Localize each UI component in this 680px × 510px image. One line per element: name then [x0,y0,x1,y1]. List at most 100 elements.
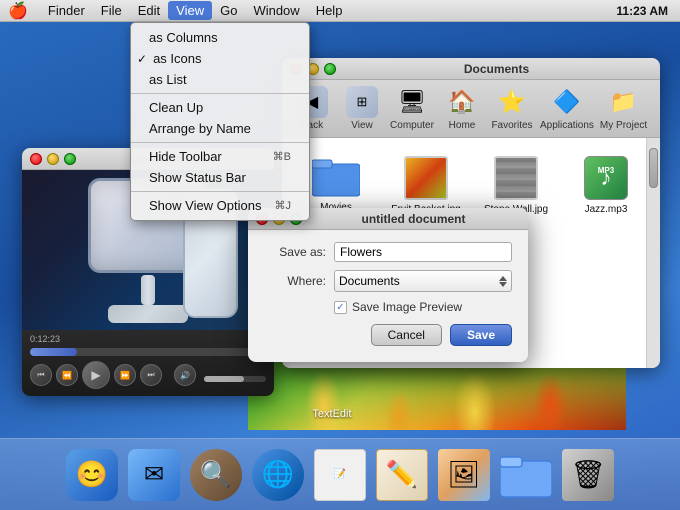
documents-toolbar: ◀ Back ⊞ View 🖥 Computer 🏠 Home ⭐ Favori… [282,80,660,138]
qt-play-btn[interactable]: ▶ [82,361,110,389]
photos-icon: 🖼 [438,449,490,501]
documents-scrollbar[interactable] [646,138,660,368]
file-item-jazz[interactable]: ♪ MP3 Jazz.mp3 [566,152,646,247]
documents-title: Documents [341,62,652,76]
shortcut-hide-toolbar: ⌘B [273,150,291,163]
menubar-window[interactable]: Window [245,1,307,20]
menu-item-arrange-by-name[interactable]: Arrange by Name [131,118,309,139]
mail-icon: ✉ [128,449,180,501]
documents-maximize-btn[interactable] [324,63,336,75]
apple-menu[interactable]: 🍎 [8,1,28,21]
toolbar-applications-btn[interactable]: 🔷 Applications [540,86,594,131]
quicktime-controls: 0:12:23 ⏮ ⏪ ▶ ⏩ ⏭ 🔊 [22,330,274,396]
quicktime-progress-fill [30,348,77,356]
where-value: Documents [339,274,400,288]
save-button[interactable]: Save [450,324,512,346]
quicktime-maximize-btn[interactable] [64,153,76,165]
quicktime-minimize-btn[interactable] [47,153,59,165]
ie-icon: 🌐 [252,449,304,501]
dock-item-finder[interactable]: 😊 [64,447,120,503]
dock-item-mail[interactable]: ✉ [126,447,182,503]
where-label: Where: [264,274,326,288]
save-as-input[interactable] [334,242,512,262]
qt-skip-forward-btn[interactable]: ⏭ [140,364,162,386]
save-dialog-content: Save as: Where: Documents ✓ Save Image P… [248,230,528,362]
dock-item-trash[interactable]: 🗑 [560,447,616,503]
quicktime-progress-bar[interactable] [30,348,266,356]
folder-icon [500,449,552,501]
image-fruit-basket-icon [404,156,448,200]
menubar: 🍎 Finder File Edit View Go Window Help 1… [0,0,680,22]
toolbar-view-btn[interactable]: ⊞ View [340,86,384,131]
menubar-help[interactable]: Help [308,1,351,20]
pencil-icon: ✏️ [376,449,428,501]
menu-item-show-status-bar[interactable]: Show Status Bar [131,167,309,188]
toolbar-computer-label: Computer [390,120,434,131]
menu-item-show-view-options[interactable]: Show View Options ⌘J [131,195,309,216]
folder-movies-icon [312,156,360,198]
toolbar-favorites-btn[interactable]: ⭐ Favorites [490,86,534,131]
qt-step-back-btn[interactable]: ⏪ [56,364,78,386]
scrollbar-thumb[interactable] [649,148,658,188]
save-as-row: Save as: [264,242,512,262]
menu-item-clean-up[interactable]: Clean Up [131,97,309,118]
image-stone-wall-icon [494,156,538,200]
qt-volume-btn[interactable]: 🔊 [174,364,196,386]
dock-item-textedit[interactable]: 📝 [312,447,368,503]
menu-separator-2 [131,142,309,143]
save-dialog-buttons: Cancel Save [264,324,512,346]
qt-step-forward-btn[interactable]: ⏩ [114,364,136,386]
dock: 😊 ✉ 🔍 🌐 📝 ✏️ 🖼 🗑 [0,438,680,510]
toolbar-myproject-label: My Project [600,120,647,131]
qt-skip-back-btn[interactable]: ⏮ [30,364,52,386]
trash-icon: 🗑 [562,449,614,501]
dock-item-sherlock[interactable]: 🔍 [188,447,244,503]
textedit-icon: 📝 [314,449,366,501]
quicktime-close-btn[interactable] [30,153,42,165]
toolbar-computer-btn[interactable]: 🖥 Computer [390,86,434,131]
toolbar-home-label: Home [449,120,476,131]
menu-item-as-icons[interactable]: as Icons [131,48,309,69]
arrow-up-icon [499,276,507,281]
dock-item-folder[interactable] [498,447,554,503]
menu-separator-1 [131,93,309,94]
dock-item-pencil[interactable]: ✏️ [374,447,430,503]
sherlock-icon: 🔍 [190,449,242,501]
menubar-file[interactable]: File [93,1,130,20]
save-dialog: untitled document Save as: Where: Docume… [248,208,528,362]
checkbox-row: ✓ Save Image Preview [264,300,512,314]
save-as-label: Save as: [264,245,326,259]
quicktime-time: 0:12:23 [30,334,266,344]
textedit-window-label: TextEdit [282,408,382,420]
where-row: Where: Documents [264,270,512,292]
toolbar-home-btn[interactable]: 🏠 Home [440,86,484,131]
menubar-go[interactable]: Go [212,1,245,20]
view-menu-dropdown: as Columns as Icons as List Clean Up Arr… [130,22,310,221]
toolbar-applications-label: Applications [540,120,594,131]
where-dropdown[interactable]: Documents [334,270,512,292]
arrow-down-icon [499,282,507,287]
menubar-edit[interactable]: Edit [130,1,168,20]
audio-jazz-icon: ♪ MP3 [584,156,628,200]
system-time: 11:23 AM [616,4,668,18]
documents-titlebar: Documents [282,58,660,80]
shortcut-view-options: ⌘J [275,199,292,212]
dock-item-photos[interactable]: 🖼 [436,447,492,503]
imac-neck [141,275,155,305]
menu-item-hide-toolbar[interactable]: Hide Toolbar ⌘B [131,146,309,167]
menubar-finder[interactable]: Finder [40,1,93,20]
save-dialog-title: untitled document [307,212,520,226]
toolbar-myproject-btn[interactable]: 📁 My Project [600,86,647,131]
menu-item-as-list[interactable]: as List [131,69,309,90]
menubar-view[interactable]: View [168,1,212,20]
save-preview-checkbox[interactable]: ✓ [334,301,347,314]
save-preview-label: Save Image Preview [352,300,462,314]
dock-item-ie[interactable]: 🌐 [250,447,306,503]
toolbar-favorites-label: Favorites [491,120,532,131]
qt-volume-slider[interactable] [204,376,266,382]
cancel-button[interactable]: Cancel [371,324,442,346]
toolbar-view-label: View [351,120,373,131]
menu-separator-3 [131,191,309,192]
filename-jazz: Jazz.mp3 [585,204,628,216]
menu-item-as-columns[interactable]: as Columns [131,27,309,48]
